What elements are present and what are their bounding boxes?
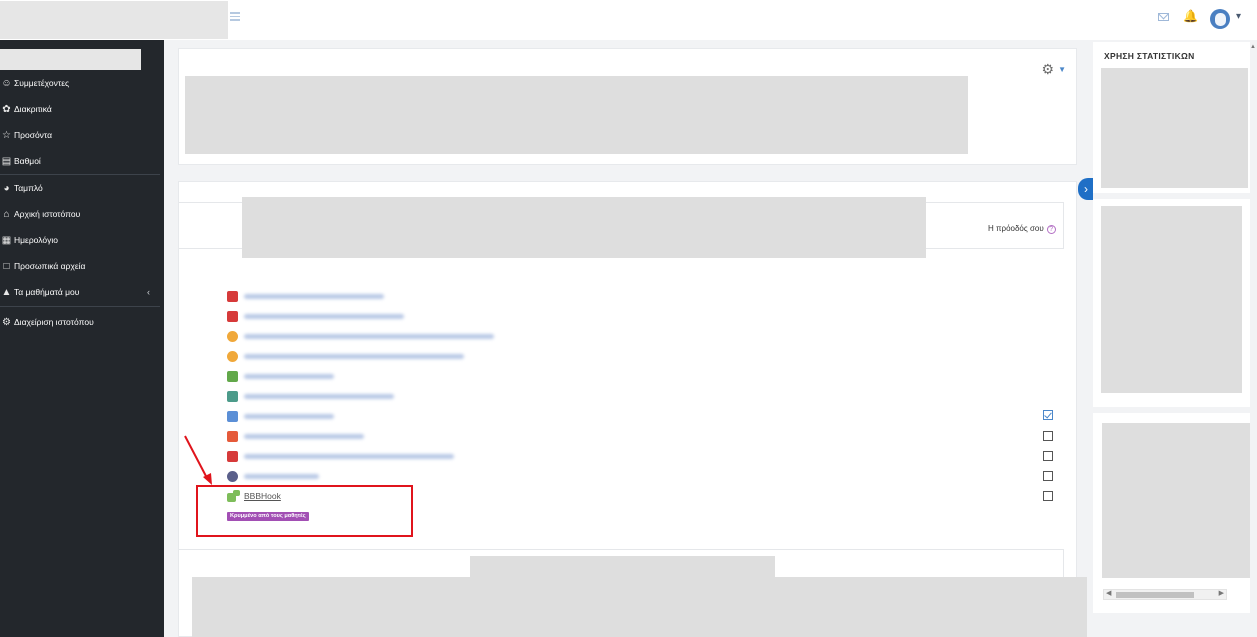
nav-item-dashboard[interactable]: ◕ Ταμπλό <box>0 176 164 200</box>
calendar-icon: ▦ <box>1 234 12 246</box>
activity-name-blurred <box>244 393 394 399</box>
section-title-redacted <box>242 197 926 258</box>
forum-icon <box>227 370 238 382</box>
help-icon[interactable]: ? <box>1046 225 1056 234</box>
activity-item[interactable] <box>227 329 494 343</box>
nav-item-label: Αρχική ιστοτόπου <box>14 209 81 219</box>
grades-icon: ▤ <box>1 155 12 167</box>
activity-item[interactable] <box>227 349 464 363</box>
nav-item-my-courses[interactable]: ▲ Τα μαθήματά μου ‹ <box>0 280 164 304</box>
activity-name-blurred <box>244 473 319 479</box>
home-icon: ⌂ <box>3 208 10 220</box>
nav-item-site-admin[interactable]: ⚙ Διαχείριση ιστοτόπου <box>0 310 164 334</box>
quiz-icon <box>227 470 238 482</box>
badges-icon: ✿ <box>2 103 11 115</box>
block-content-redacted <box>1101 206 1242 393</box>
activity-name-blurred <box>244 413 334 419</box>
nav-divider <box>0 174 160 175</box>
menu-toggle-icon[interactable] <box>230 12 240 22</box>
nav-item-label: Ημερολόγιο <box>14 235 58 245</box>
nav-item-label: Διαχείριση ιστοτόπου <box>14 317 94 327</box>
nav-item-label: Τα μαθήματά μου <box>14 287 80 297</box>
activity-item[interactable] <box>227 289 384 303</box>
activity-name-blurred <box>244 453 454 459</box>
notifications-bell-icon[interactable]: 🔔 <box>1183 10 1198 22</box>
nav-item-grades[interactable]: ▤ Βαθμοί <box>0 149 164 173</box>
messages-icon[interactable] <box>1158 13 1169 21</box>
assignment-icon <box>227 430 238 442</box>
resource-icon <box>227 390 238 402</box>
block-content-redacted <box>1102 423 1250 578</box>
user-menu-caret-icon[interactable]: ▾ <box>1236 11 1241 22</box>
activity-name-blurred <box>244 333 494 339</box>
block-drawer-toggle-chevron-icon[interactable]: › <box>1078 178 1094 200</box>
top-navbar: 🔔 ▾ <box>0 0 1257 40</box>
graduation-cap-icon: ▲ <box>1 286 12 298</box>
gear-icon: ⚙ <box>2 316 11 328</box>
activity-item[interactable] <box>227 309 404 323</box>
url-icon <box>227 330 238 342</box>
files-icon: □ <box>3 260 10 272</box>
dashboard-icon: ◕ <box>3 182 10 194</box>
block-title: ΧΡΗΣΗ ΣΤΑΤΙΣΤΙΚΩΝ <box>1104 51 1195 61</box>
nav-item-label: Συμμετέχοντες <box>14 78 70 88</box>
completion-checkbox[interactable] <box>1043 491 1053 501</box>
nav-item-competencies[interactable]: ☆ Προσόντα <box>0 123 164 147</box>
gear-icon: ⚙ <box>1041 61 1055 77</box>
activity-item[interactable] <box>227 449 454 463</box>
activity-item[interactable] <box>227 429 364 443</box>
course-header-redacted <box>185 76 968 154</box>
activity-name-blurred <box>244 293 384 299</box>
nav-item-label: Διακριτικά <box>14 104 52 114</box>
nav-item-calendar[interactable]: ▦ Ημερολόγιο <box>0 228 164 252</box>
nav-item-site-home[interactable]: ⌂ Αρχική ιστοτόπου <box>0 202 164 226</box>
scrollbar-thumb[interactable] <box>1116 592 1194 598</box>
annotation-arrow <box>184 435 212 485</box>
nav-item-participants[interactable]: ☺ Συμμετέχοντες <box>0 71 164 95</box>
scroll-up-icon[interactable]: ▲ <box>1250 44 1256 50</box>
completion-checkbox[interactable] <box>1043 431 1053 441</box>
activity-name-blurred <box>244 313 404 319</box>
activity-name-blurred <box>244 353 464 359</box>
horizontal-scrollbar[interactable]: ◀ ▶ <box>1103 589 1227 600</box>
folder-icon <box>227 410 238 422</box>
course-name-redacted <box>0 49 141 70</box>
nav-divider <box>0 306 160 307</box>
activity-item[interactable] <box>227 389 394 403</box>
completion-checkbox[interactable] <box>1043 410 1053 420</box>
block-content-redacted <box>1101 68 1248 188</box>
nav-item-private-files[interactable]: □ Προσωπικά αρχεία <box>0 254 164 278</box>
completion-checkbox[interactable] <box>1043 471 1053 481</box>
course-header-card: ⚙ ▼ <box>178 48 1077 165</box>
star-icon: ☆ <box>2 129 11 141</box>
nav-item-label: Βαθμοί <box>14 156 41 166</box>
completion-checkbox[interactable] <box>1043 451 1053 461</box>
chevron-left-icon[interactable]: ‹ <box>147 287 150 297</box>
scroll-left-icon[interactable]: ◀ <box>1106 589 1111 597</box>
scroll-right-icon[interactable]: ▶ <box>1219 589 1224 597</box>
users-icon: ☺ <box>1 77 12 89</box>
url-icon <box>227 350 238 362</box>
activity-name-blurred <box>244 373 334 379</box>
section-content-redacted <box>192 577 1087 637</box>
pdf-icon <box>227 450 238 462</box>
annotation-highlight-box <box>196 485 413 537</box>
activity-item[interactable] <box>227 469 319 483</box>
pdf-icon <box>227 290 238 302</box>
nav-drawer: ☺ Συμμετέχοντες ✿ Διακριτικά ☆ Προσόντα … <box>0 40 164 637</box>
site-logo-redacted <box>0 1 228 39</box>
activity-name-blurred <box>244 433 364 439</box>
activity-item[interactable] <box>227 409 334 423</box>
pdf-icon <box>227 310 238 322</box>
nav-item-label: Ταμπλό <box>14 183 43 193</box>
user-avatar[interactable] <box>1210 9 1230 29</box>
course-actions-menu[interactable]: ⚙ ▼ <box>1042 61 1066 78</box>
activity-item[interactable] <box>227 369 334 383</box>
nav-item-badges[interactable]: ✿ Διακριτικά <box>0 97 164 121</box>
chevron-down-icon: ▼ <box>1058 65 1066 74</box>
nav-item-label: Προσωπικά αρχεία <box>14 261 86 271</box>
nav-item-label: Προσόντα <box>14 130 53 140</box>
progress-label: Η πρόοδός σου? <box>988 224 1056 234</box>
